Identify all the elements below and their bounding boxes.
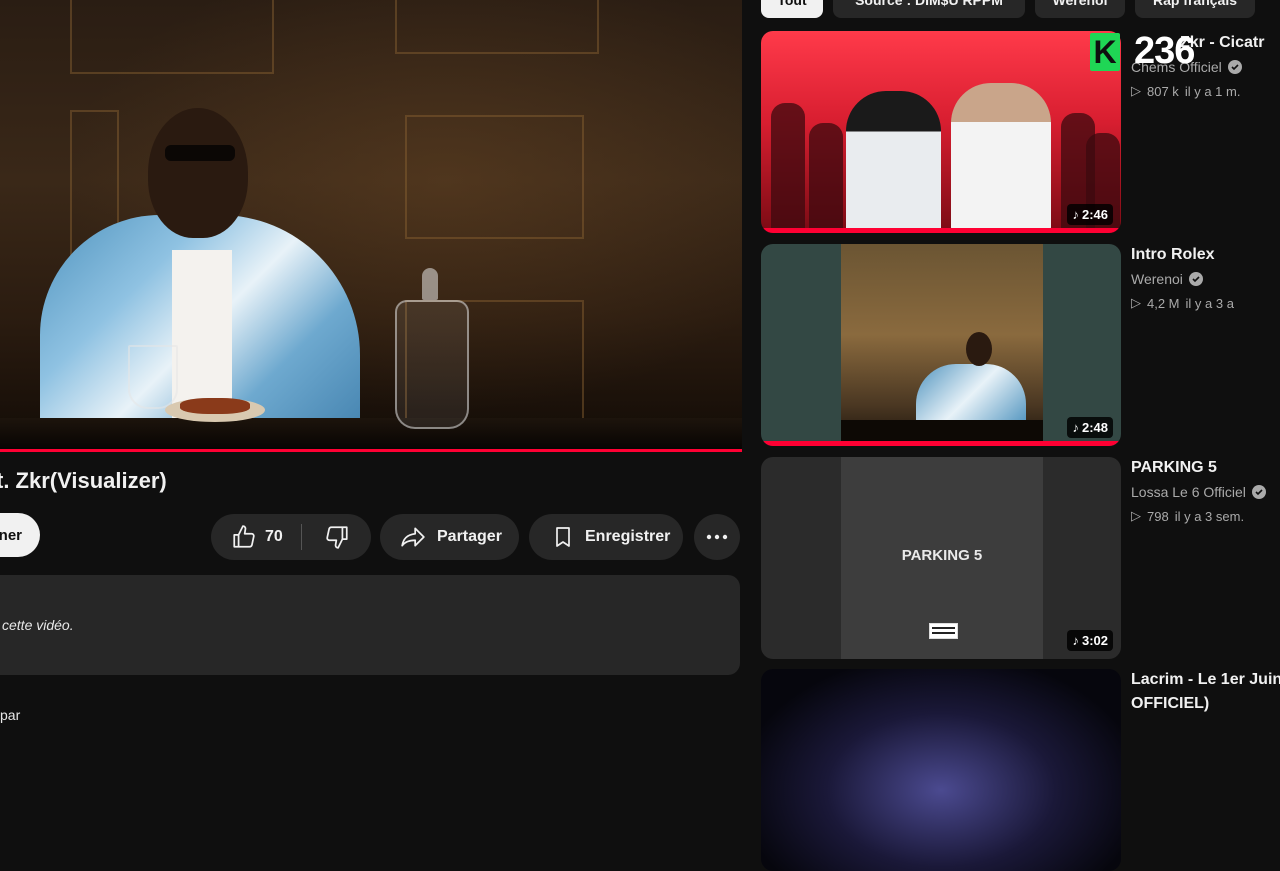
chip-source[interactable]: Source : DIM$U RPPM <box>833 0 1025 18</box>
recommendation-title[interactable]: Intro Rolex <box>1131 246 1215 264</box>
verified-check-icon <box>1227 60 1242 74</box>
music-note-icon: ♪ <box>1072 420 1079 435</box>
more-horizontal-icon <box>706 534 728 540</box>
dislike-button[interactable] <box>302 514 370 560</box>
play-outline-icon: ▷ <box>1131 508 1141 523</box>
share-arrow-icon <box>399 524 427 550</box>
more-actions-button[interactable] <box>694 514 740 560</box>
progress-bar[interactable] <box>0 449 742 452</box>
recommendation-thumbnail[interactable]: PARKING 5 ♪ 3:02 <box>761 457 1121 659</box>
recommendation-meta: ▷ 4,2 M il y a 3 a <box>1131 295 1234 311</box>
thumbs-up-icon <box>231 524 257 550</box>
recommendation-title-line2[interactable]: OFFICIEL) <box>1131 695 1209 713</box>
duration-badge: ♪ 2:46 <box>1067 204 1113 225</box>
parental-advisory-icon <box>929 623 958 639</box>
recommendation-thumbnail[interactable]: ♪ 2:46 <box>761 31 1121 233</box>
chip-all[interactable]: Tout <box>761 0 823 18</box>
like-button[interactable]: 70 <box>211 514 301 560</box>
decanter <box>395 300 469 429</box>
description-box[interactable]: cette vidéo. <box>0 575 740 675</box>
artist-figure <box>951 83 1051 233</box>
chip-rap-francais[interactable]: Rap français <box>1135 0 1255 18</box>
recommendation-title[interactable]: PARKING 5 <box>1131 459 1217 477</box>
overlay-number: 236 <box>1134 30 1195 72</box>
figure-head <box>148 108 248 238</box>
artist-figure <box>846 91 941 233</box>
watched-progress <box>761 228 1121 233</box>
figure-shirt <box>172 250 232 420</box>
wine-glass <box>128 345 178 409</box>
recommendation-channel[interactable]: Lossa Le 6 Officiel <box>1131 484 1266 500</box>
play-outline-icon: ▷ <box>1131 295 1141 310</box>
cover-title: PARKING 5 <box>901 547 983 564</box>
dinner-table <box>0 418 742 452</box>
save-button[interactable]: Enregistrer <box>529 514 683 560</box>
decanter-stopper <box>422 268 438 300</box>
verified-check-icon <box>1188 272 1203 286</box>
recommendation-meta: ▷ 798 il y a 3 sem. <box>1131 508 1245 524</box>
duration-badge: ♪ 3:02 <box>1067 630 1113 651</box>
chip-werenoi[interactable]: Werenoi <box>1035 0 1125 18</box>
recommendation-thumbnail[interactable] <box>761 669 1121 871</box>
wall-panel <box>405 115 584 239</box>
verified-check-icon <box>1251 485 1266 499</box>
subscribe-button[interactable]: ner <box>0 513 40 557</box>
food <box>180 398 250 414</box>
music-note-icon: ♪ <box>1072 207 1079 222</box>
duration-badge: ♪ 2:48 <box>1067 417 1113 438</box>
thumbs-down-icon <box>324 524 350 550</box>
figure-jacket <box>916 364 1026 426</box>
recommendation-title[interactable]: Lacrim - Le 1er Juin <box>1131 671 1280 689</box>
share-button[interactable]: Partager <box>380 514 519 560</box>
thumbnail-image <box>841 244 1043 446</box>
like-dislike-group: 70 <box>211 514 371 560</box>
thumbnail-image: PARKING 5 <box>841 457 1043 659</box>
recommendation-meta: ▷ 807 k il y a 1 m. <box>1131 83 1241 99</box>
share-label: Partager <box>437 528 502 545</box>
save-label: Enregistrer <box>585 528 671 545</box>
like-count: 70 <box>265 528 283 545</box>
video-player[interactable] <box>0 0 742 452</box>
crowd-figure <box>809 123 843 233</box>
video-title: t. Zkr(Visualizer) <box>0 468 167 493</box>
wall-panel <box>395 0 599 54</box>
figure-head <box>966 332 992 366</box>
channel-logo-overlay: K <box>1090 33 1120 71</box>
wall-panel <box>70 0 274 74</box>
figure-sunglasses <box>165 145 235 161</box>
comments-partial-text: par <box>0 707 21 723</box>
music-note-icon: ♪ <box>1072 633 1079 648</box>
bookmark-icon <box>551 524 575 550</box>
recommendation-channel[interactable]: Werenoi <box>1131 271 1203 287</box>
progress-fill <box>0 449 742 452</box>
play-outline-icon: ▷ <box>1131 83 1141 98</box>
recommendation-thumbnail[interactable]: ♪ 2:48 <box>761 244 1121 446</box>
description-text: cette vidéo. <box>2 617 74 633</box>
crowd-figure <box>771 103 805 233</box>
watched-progress <box>761 441 1121 446</box>
